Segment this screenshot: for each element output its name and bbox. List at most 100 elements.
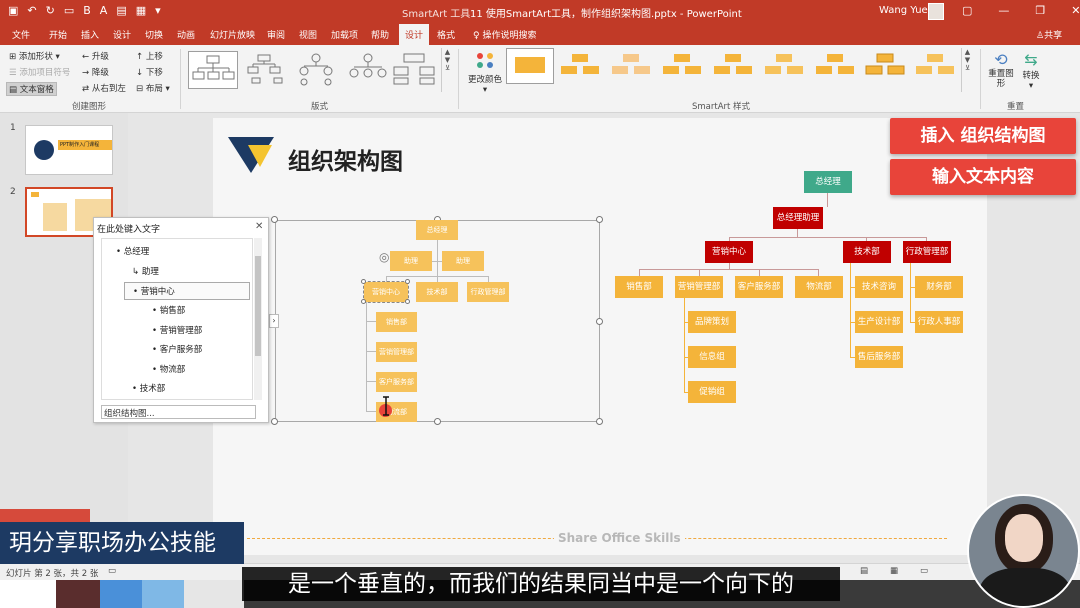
layout-option[interactable] (188, 51, 238, 89)
tab-review[interactable]: 审阅 (267, 28, 285, 41)
ribbon-display-icon[interactable]: ▢ (962, 4, 972, 17)
add-bullet-button[interactable]: ☰ 添加项目符号 (9, 66, 70, 78)
smartart-node-sub[interactable]: 客户服务部 (376, 372, 417, 392)
close-icon[interactable]: ✕ (255, 221, 263, 232)
smartart-style-option[interactable] (659, 48, 707, 84)
org-node-marketing-child[interactable]: 物流部 (795, 276, 843, 298)
smartart-style-option[interactable] (862, 48, 910, 84)
tab-view[interactable]: 视图 (299, 28, 317, 41)
resize-handle[interactable] (596, 216, 603, 223)
resize-handle[interactable] (271, 418, 278, 425)
convert-button[interactable]: ⇆ 转换 ▾ (1020, 50, 1042, 91)
org-node-marketing-child[interactable]: 销售部 (615, 276, 663, 298)
styles-scroll[interactable]: ▲ ▼ ⊻ (961, 48, 973, 92)
org-node-admin-child[interactable]: 行政人事部 (915, 311, 963, 333)
layout-option[interactable] (344, 51, 394, 89)
resize-handle[interactable] (361, 279, 366, 284)
move-up-button[interactable]: ↑ 上移 (136, 50, 163, 62)
layout-option[interactable] (240, 51, 290, 89)
slide-thumbnail-1[interactable]: PPT制作入门课程 (25, 125, 113, 175)
more-icon[interactable]: ▾ (155, 4, 161, 17)
smartart-node-marketing[interactable]: 营销中心 (363, 281, 409, 303)
smartart-style-option[interactable] (761, 48, 809, 84)
list-item[interactable]: • 客户服务部 (152, 343, 202, 355)
smartart-style-option[interactable] (710, 48, 758, 84)
tab-help[interactable]: 帮助 (371, 28, 389, 41)
minimize-icon[interactable]: — (998, 4, 1009, 17)
smartart-style-option[interactable] (608, 48, 656, 84)
change-colors-button[interactable]: 更改颜色 ▾ (466, 50, 504, 95)
org-node-mgmt-child[interactable]: 信息组 (688, 346, 736, 368)
list-item[interactable]: • 物流部 (152, 363, 185, 375)
org-node-admin-child[interactable]: 财务部 (915, 276, 963, 298)
org-node-tech[interactable]: 技术部 (843, 241, 891, 263)
org-node-tech-child[interactable]: 售后服务部 (855, 346, 903, 368)
list-item[interactable]: • 销售部 (152, 304, 185, 316)
org-node-mgmt-child[interactable]: 促销组 (688, 381, 736, 403)
list-item[interactable]: • 技术部 (132, 382, 165, 394)
save-icon[interactable]: ▣ (8, 4, 18, 17)
demote-button[interactable]: → 降级 (82, 66, 109, 78)
org-node-mgmt-child[interactable]: 品牌策划 (688, 311, 736, 333)
smartart-node-top[interactable]: 总经理 (416, 220, 458, 240)
layout-option[interactable] (390, 51, 440, 89)
tab-insert[interactable]: 插入 (81, 28, 99, 41)
org-node-tech-child[interactable]: 技术咨询 (855, 276, 903, 298)
org-node-admin[interactable]: 行政管理部 (903, 241, 951, 263)
list-item[interactable]: • 营销中心 (124, 282, 250, 300)
org-node-marketing-child[interactable]: 客户服务部 (735, 276, 783, 298)
resize-handle[interactable] (434, 418, 441, 425)
smartart-node-admin[interactable]: 行政管理部 (467, 282, 509, 302)
slide-title[interactable]: 组织架构图 (288, 142, 403, 176)
smartart-node-sub[interactable]: 销售部 (376, 312, 417, 332)
org-node-ceo[interactable]: 总经理 (804, 171, 852, 193)
layout-button[interactable]: ⊟ 布局 ▾ (136, 82, 170, 94)
share-button[interactable]: ♙共享 (1036, 28, 1062, 41)
text-pane-scrollbar[interactable] (254, 238, 262, 400)
smartart-node-assistant[interactable]: 助理 (390, 251, 432, 271)
resize-handle[interactable] (271, 216, 278, 223)
scroll-thumb[interactable] (255, 256, 261, 356)
notes-icon[interactable]: ▭ (108, 566, 116, 576)
add-shape-button[interactable]: ⊞ 添加形状 ▾ (9, 50, 60, 62)
smartart-style-option[interactable] (812, 48, 860, 84)
resize-handle[interactable] (405, 279, 410, 284)
tab-addins[interactable]: 加载项 (331, 28, 358, 41)
reset-graphic-button[interactable]: ⟲ 重置图形 (988, 50, 1014, 89)
rotate-handle-icon[interactable]: ◎ (379, 250, 389, 264)
smartart-node-assistant[interactable]: 助理 (442, 251, 484, 271)
tell-me-search[interactable]: ♀ 操作说明搜索 (473, 28, 536, 41)
open-folder-icon[interactable]: ▤ (116, 4, 126, 17)
user-avatar[interactable] (928, 3, 944, 20)
maximize-icon[interactable]: ❐ (1035, 4, 1045, 17)
close-icon[interactable]: ✕ (1071, 4, 1080, 17)
tab-slideshow[interactable]: 幻灯片放映 (210, 28, 255, 41)
tab-format[interactable]: 格式 (437, 28, 455, 41)
smartart-node-tech[interactable]: 技术部 (416, 282, 458, 302)
present-icon[interactable]: ▦ (136, 4, 146, 17)
user-name[interactable]: Wang Yue (879, 5, 928, 16)
text-pane-footer-link[interactable]: 组织结构图... (101, 405, 256, 419)
normal-view-icon[interactable]: ▤ (860, 566, 868, 576)
layouts-scroll[interactable]: ▲ ▼ ⊻ (441, 48, 453, 92)
bold-icon[interactable]: B (83, 4, 91, 17)
tab-smartart-design[interactable]: 设计 (399, 24, 430, 45)
promote-button[interactable]: ← 升级 (82, 50, 109, 62)
smartart-style-option[interactable] (506, 48, 554, 84)
rtl-button[interactable]: ⇄ 从右到左 (82, 82, 126, 94)
resize-handle[interactable] (361, 299, 366, 304)
tab-design[interactable]: 设计 (113, 28, 131, 41)
smartart-node-sub[interactable]: 营销管理部 (376, 342, 417, 362)
reading-view-icon[interactable]: ▭ (920, 566, 928, 576)
text-pane-list[interactable]: • 总经理 ↳ 助理 • 营销中心 • 销售部 • 营销管理部 • 客户服务部 … (101, 238, 253, 400)
smartart-style-option[interactable] (912, 48, 960, 84)
list-item[interactable]: • 营销管理部 (152, 324, 202, 336)
move-down-button[interactable]: ↓ 下移 (136, 66, 163, 78)
undo-icon[interactable]: ↶ (27, 4, 36, 17)
org-node-marketing[interactable]: 营销中心 (705, 241, 753, 263)
list-item[interactable]: ↳ 助理 (132, 265, 159, 277)
resize-handle[interactable] (596, 418, 603, 425)
resize-handle[interactable] (596, 318, 603, 325)
org-node-marketing-child[interactable]: 营销管理部 (675, 276, 723, 298)
text-pane-button[interactable]: ▤ 文本窗格 (6, 82, 57, 96)
